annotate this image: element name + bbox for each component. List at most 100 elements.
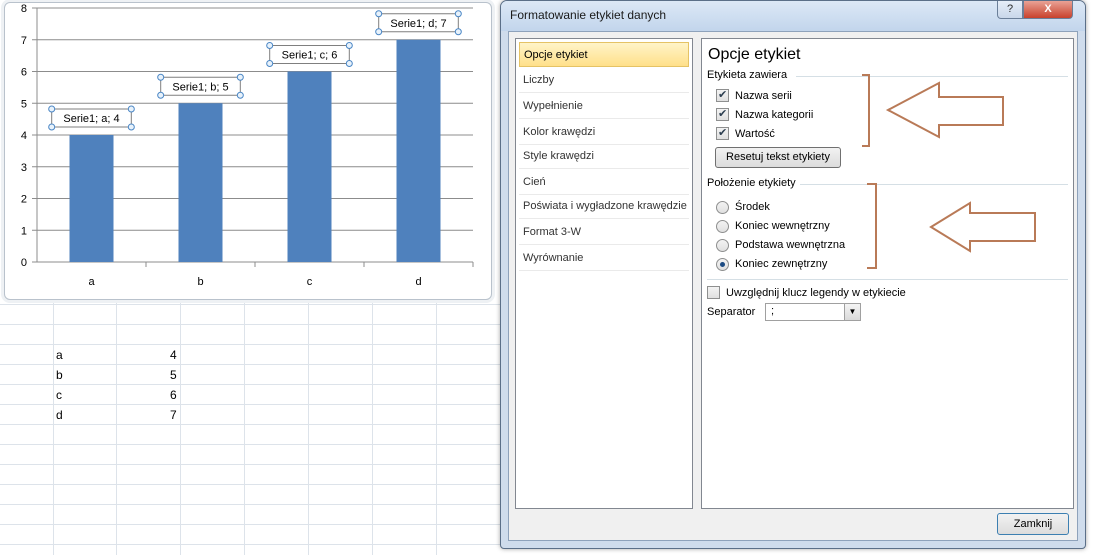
grid-row-line (0, 544, 500, 545)
selection-handle (127, 105, 135, 113)
checkbox-box[interactable] (716, 126, 729, 140)
nav-item-fill[interactable]: Wypełnienie (519, 94, 689, 119)
checkbox-box[interactable] (716, 88, 729, 102)
radio-circle[interactable] (716, 258, 729, 271)
grid-row-line (0, 404, 500, 405)
grid-row-line (0, 444, 500, 445)
selection-handle (266, 60, 274, 67)
data-label: Serie1; c; 6 (282, 50, 338, 62)
selection-handle (157, 91, 165, 99)
selection-handle (127, 123, 135, 131)
selection-handle (454, 28, 462, 36)
grid-row-line (0, 364, 500, 365)
data-label: Serie1; b; 5 (172, 81, 228, 93)
chevron-down-icon[interactable]: ▼ (844, 304, 860, 320)
y-tick-label: 3 (21, 162, 27, 174)
category-label: d (415, 276, 421, 288)
data-label: Serie1; d; 7 (390, 18, 446, 30)
selection-handle (345, 42, 353, 49)
selection-handle (266, 42, 274, 49)
selection-handle (236, 73, 244, 81)
y-tick-label: 5 (21, 98, 27, 110)
legend-key-label: Uwzględnij klucz legendy w etykiecie (726, 287, 906, 299)
label-contains-heading: Etykieta zawiera (707, 69, 788, 81)
bar (69, 135, 114, 262)
series-name-label: Nazwa serii (735, 90, 792, 102)
nav-item-3d-format[interactable]: Format 3-W (519, 220, 689, 245)
grid-row-line (0, 464, 500, 465)
embedded-chart[interactable]: 0 1 2 3 4 5 6 7 8 a Serie1; a; 4 b Serie1; b; 5 c Seri… (4, 2, 492, 300)
nav-item-glow-soft-edges[interactable]: Poświata i wygładzone krawędzie (519, 194, 689, 219)
label-position-heading: Położenie etykiety (707, 177, 796, 189)
grid-row-line (0, 324, 500, 325)
radio-circle[interactable] (716, 239, 729, 252)
position-inside-end-label: Koniec wewnętrzny (735, 220, 830, 232)
close-icon[interactable]: X (1023, 1, 1073, 19)
selection-handle (48, 123, 56, 131)
bar-chart[interactable]: 0 1 2 3 4 5 6 7 8 a Serie1; a; 4 b Serie1; b; 5 c Seri… (5, 3, 493, 301)
section-divider (800, 184, 1068, 185)
cell-label[interactable]: c (56, 385, 62, 405)
value-label: Wartość (735, 128, 775, 140)
panel-title: Opcje etykiet (708, 46, 801, 63)
y-tick-label: 4 (21, 130, 27, 142)
dialog-body: Opcje etykiet Liczby Wypełnienie Kolor k… (508, 31, 1078, 541)
bar (178, 103, 223, 262)
y-tick-label: 0 (21, 257, 27, 269)
selection-handle (236, 91, 244, 99)
dialog-titlebar[interactable]: Formatowanie etykiet danych ? X (501, 1, 1085, 31)
checkbox-box[interactable] (716, 107, 729, 121)
cell-label[interactable]: a (56, 345, 63, 365)
separator-value: ; (771, 305, 775, 317)
cell-value[interactable]: 5 (170, 365, 177, 385)
dialog-title: Formatowanie etykiet danych (510, 8, 667, 22)
nav-item-label-options[interactable]: Opcje etykiet (519, 42, 689, 67)
separator-label: Separator (707, 306, 756, 318)
selection-handle (345, 60, 353, 67)
y-tick-label: 2 (21, 194, 27, 206)
nav-item-alignment[interactable]: Wyrównanie (519, 246, 689, 271)
nav-item-shadow[interactable]: Cień (519, 170, 689, 195)
separator-select[interactable]: ; ▼ (765, 303, 861, 321)
close-button[interactable]: Zamknij (997, 513, 1069, 535)
category-label: c (307, 276, 313, 288)
category-label: a (88, 276, 95, 288)
category-label: b (197, 276, 203, 288)
grid-row-line (0, 504, 500, 505)
y-tick-label: 7 (21, 35, 27, 47)
options-panel: Opcje etykiet Etykieta zawiera Nazwa ser… (701, 38, 1074, 509)
grid-row-line (0, 344, 500, 345)
grid-row-line (0, 304, 500, 305)
reset-label-text-button[interactable]: Resetuj tekst etykiety (715, 147, 841, 168)
selection-handle (157, 73, 165, 81)
grid-row-line (0, 484, 500, 485)
radio-circle[interactable] (716, 220, 729, 233)
data-label: Serie1; a; 4 (63, 113, 119, 125)
grid-row-line (0, 524, 500, 525)
category-name-label: Nazwa kategorii (735, 109, 814, 121)
cell-value[interactable]: 7 (170, 405, 177, 425)
selection-handle (375, 28, 383, 36)
cell-label[interactable]: b (56, 365, 63, 385)
category-list: Opcje etykiet Liczby Wypełnienie Kolor k… (515, 38, 693, 509)
grid-row-line (0, 384, 500, 385)
radio-circle[interactable] (716, 201, 729, 214)
nav-item-border-styles[interactable]: Style krawędzi (519, 144, 689, 169)
selection-handle (454, 10, 462, 18)
position-outside-end-label: Koniec zewnętrzny (735, 258, 828, 270)
section-divider (707, 279, 1068, 280)
y-tick-label: 1 (21, 225, 27, 237)
grid-row-line (0, 424, 500, 425)
help-icon[interactable]: ? (997, 1, 1023, 19)
cell-label[interactable]: d (56, 405, 63, 425)
format-data-labels-dialog: Formatowanie etykiet danych ? X Opcje et… (500, 0, 1086, 549)
nav-item-border-color[interactable]: Kolor krawędzi (519, 120, 689, 145)
cell-value[interactable]: 4 (170, 345, 177, 365)
selection-handle (375, 10, 383, 18)
checkbox-box[interactable] (707, 286, 720, 299)
y-tick-label: 6 (21, 67, 27, 79)
position-inside-base-label: Podstawa wewnętrzna (735, 239, 846, 251)
bar (396, 39, 441, 262)
nav-item-numbers[interactable]: Liczby (519, 68, 689, 93)
cell-value[interactable]: 6 (170, 385, 177, 405)
